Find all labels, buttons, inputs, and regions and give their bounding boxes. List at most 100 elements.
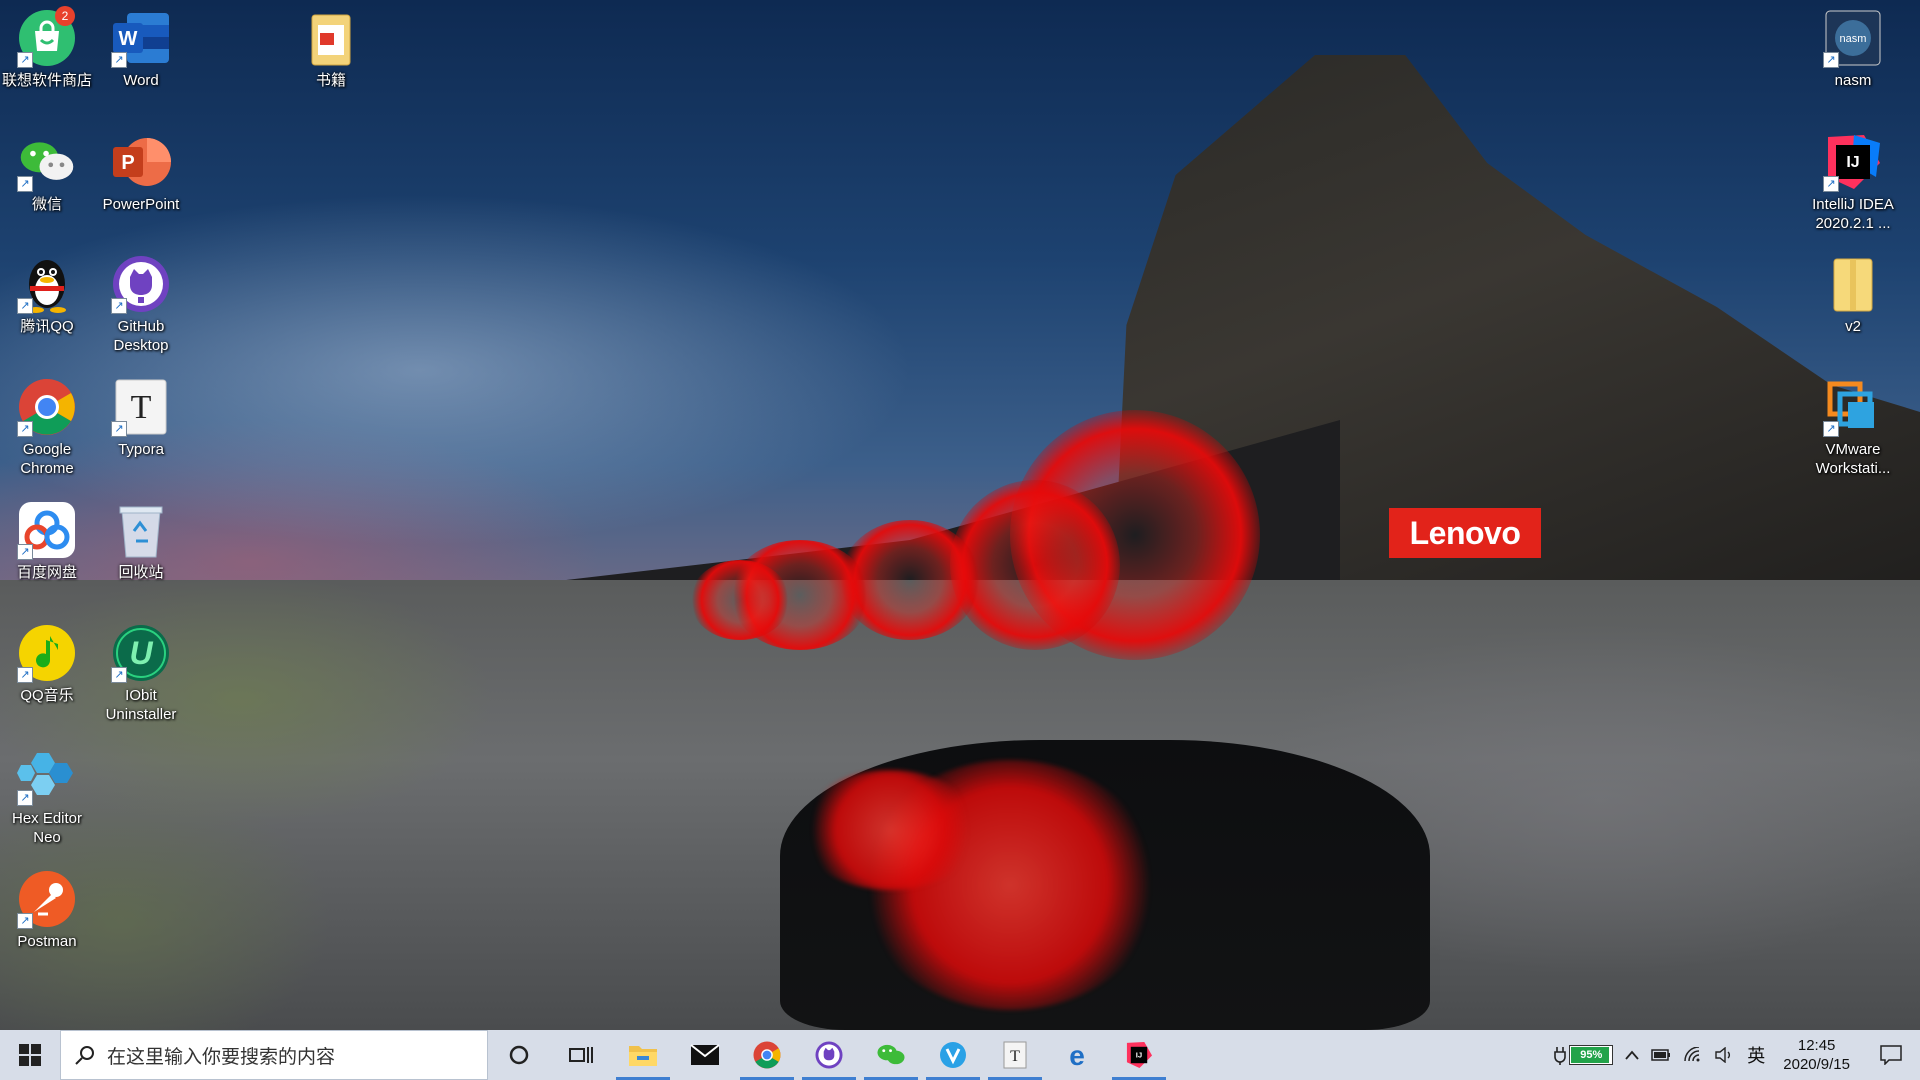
svg-text:nasm: nasm	[1840, 33, 1867, 45]
svg-text:P: P	[121, 152, 134, 174]
shortcut-arrow-icon: ↗	[17, 790, 33, 806]
shortcut-arrow-icon: ↗	[111, 421, 127, 437]
svg-text:U: U	[129, 635, 153, 671]
shortcut-arrow-icon: ↗	[1823, 52, 1839, 68]
desktop-icon-nasm[interactable]: nasm ↗ nasm	[1806, 8, 1900, 90]
icon-label: IObit Uninstaller	[105, 687, 177, 723]
shortcut-arrow-icon: ↗	[111, 667, 127, 683]
speaker-icon	[1715, 1047, 1731, 1063]
task-view-button[interactable]	[550, 1030, 612, 1080]
search-placeholder: 在这里输入你要搜索的内容	[107, 1045, 336, 1068]
icon-label: QQ音乐	[20, 687, 74, 704]
task-view-icon	[569, 1047, 593, 1063]
desktop-wallpaper: Lenovo 2 ↗ 联想软件商店 ↗ 微信 ↗ 腾讯QQ ↗ Google C…	[0, 0, 1920, 1030]
desktop-icon-postman[interactable]: ↗ Postman	[0, 869, 94, 951]
lenovo-logo: Lenovo	[1389, 508, 1541, 558]
shortcut-arrow-icon: ↗	[17, 52, 33, 68]
baidu-netdisk-icon: ↗	[17, 500, 77, 560]
desktop-icon-iobit[interactable]: U ↗ IObit Uninstaller	[94, 623, 188, 724]
search-box[interactable]: 在这里输入你要搜索的内容	[60, 1030, 488, 1080]
clock-time: 12:45	[1797, 1037, 1836, 1054]
taskbar-github[interactable]	[798, 1030, 860, 1080]
icon-label: v2	[1845, 318, 1861, 335]
svg-text:W: W	[119, 28, 138, 50]
network-button[interactable]	[1677, 1030, 1709, 1080]
desktop-icon-v2[interactable]: v2	[1806, 254, 1900, 336]
taskbar-chrome[interactable]	[736, 1030, 798, 1080]
battery-status-icon	[1651, 1049, 1671, 1061]
icon-label: Hex Editor Neo	[11, 810, 83, 846]
shortcut-arrow-icon: ↗	[17, 913, 33, 929]
chevron-up-icon	[1625, 1050, 1639, 1060]
iobit-uninstaller-icon: U ↗	[111, 623, 171, 683]
recycle-bin-icon	[111, 500, 171, 560]
desktop-icon-hex-editor[interactable]: ↗ Hex Editor Neo	[0, 746, 94, 847]
desktop-icon-vmware[interactable]: ↗ VMware Workstati...	[1806, 377, 1900, 478]
word-icon: W ↗	[111, 8, 171, 68]
icon-label: 回收站	[118, 564, 164, 581]
taskbar-wechat[interactable]	[860, 1030, 922, 1080]
tray-battery-button[interactable]	[1645, 1030, 1677, 1080]
desktop-icon-baidu-netdisk[interactable]: ↗ 百度网盘	[0, 500, 94, 582]
intellij-idea-icon: IJ	[1126, 1041, 1153, 1069]
shortcut-arrow-icon: ↗	[111, 52, 127, 68]
desktop-icon-word[interactable]: W ↗ Word	[94, 8, 188, 90]
wifi-icon	[1684, 1047, 1700, 1062]
plug-icon	[1554, 1047, 1567, 1065]
desktop-icon-qq[interactable]: ↗ 腾讯QQ	[0, 254, 94, 336]
notification-badge: 2	[55, 6, 75, 26]
icon-label: 百度网盘	[16, 564, 77, 581]
clock-date: 2020/9/15	[1783, 1056, 1850, 1073]
shortcut-arrow-icon: ↗	[17, 421, 33, 437]
folder-pdf-icon	[301, 8, 361, 68]
taskbar-file-explorer[interactable]	[612, 1030, 674, 1080]
shortcut-arrow-icon: ↗	[17, 176, 33, 192]
icon-label: Word	[123, 72, 159, 89]
svg-text:T: T	[131, 389, 152, 426]
svg-text:IJ: IJ	[1136, 1050, 1142, 1059]
shortcut-arrow-icon: ↗	[1823, 421, 1839, 437]
icon-label: IntelliJ IDEA 2020.2.1 ...	[1812, 196, 1894, 232]
typora-icon: T ↗	[111, 377, 171, 437]
cortana-circle-icon	[509, 1045, 529, 1065]
desktop-icon-wechat[interactable]: ↗ 微信	[0, 132, 94, 214]
taskbar-mail[interactable]	[674, 1030, 736, 1080]
taskbar-typora[interactable]: T	[984, 1030, 1046, 1080]
icon-label: Postman	[17, 933, 77, 950]
intellij-idea-icon: IJ ↗	[1823, 132, 1883, 192]
volume-button[interactable]	[1709, 1030, 1741, 1080]
battery-icon: 95%	[1569, 1045, 1614, 1065]
shortcut-arrow-icon: ↗	[17, 298, 33, 314]
show-hidden-icons-button[interactable]	[1619, 1030, 1645, 1080]
taskbar: 在这里输入你要搜索的内容 T e IJ 95% 英 12:45 2020/9/1…	[0, 1030, 1920, 1080]
svg-text:e: e	[1069, 1041, 1085, 1069]
light-painting-ring	[690, 560, 790, 640]
qq-music-icon: ↗	[17, 623, 77, 683]
start-button[interactable]	[0, 1030, 60, 1080]
github-icon: ↗	[111, 254, 171, 314]
desktop-icon-powerpoint[interactable]: P PowerPoint	[94, 132, 188, 214]
desktop-icon-lenovo-store[interactable]: 2 ↗ 联想软件商店	[0, 6, 94, 90]
battery-percent: 95%	[1580, 1049, 1603, 1061]
taskbar-intellij[interactable]: IJ	[1108, 1030, 1170, 1080]
nasm-icon: nasm ↗	[1823, 8, 1883, 68]
desktop-icon-intellij[interactable]: IJ ↗ IntelliJ IDEA 2020.2.1 ...	[1806, 132, 1900, 233]
icon-label: GitHub Desktop	[113, 318, 169, 354]
cortana-button[interactable]	[488, 1030, 550, 1080]
action-center-button[interactable]	[1862, 1030, 1920, 1080]
input-method-button[interactable]: 英	[1741, 1030, 1771, 1080]
desktop-icon-typora[interactable]: T ↗ Typora	[94, 377, 188, 459]
desktop-icon-chrome[interactable]: ↗ Google Chrome	[0, 377, 94, 478]
desktop-icon-recycle-bin[interactable]: 回收站	[94, 500, 188, 582]
desktop-icon-books[interactable]: 书籍	[284, 8, 378, 90]
v-app-icon	[940, 1042, 966, 1068]
battery-indicator[interactable]: 95%	[1548, 1030, 1619, 1080]
desktop-icon-github[interactable]: ↗ GitHub Desktop	[94, 254, 188, 355]
taskbar-edge[interactable]: e	[1046, 1030, 1108, 1080]
taskbar-vscode-like[interactable]	[922, 1030, 984, 1080]
powerpoint-icon: P	[111, 132, 171, 192]
clock[interactable]: 12:45 2020/9/15	[1771, 1036, 1862, 1074]
vmware-icon: ↗	[1823, 377, 1883, 437]
desktop-icon-qqmusic[interactable]: ↗ QQ音乐	[0, 623, 94, 705]
icon-label: 腾讯QQ	[20, 318, 74, 335]
